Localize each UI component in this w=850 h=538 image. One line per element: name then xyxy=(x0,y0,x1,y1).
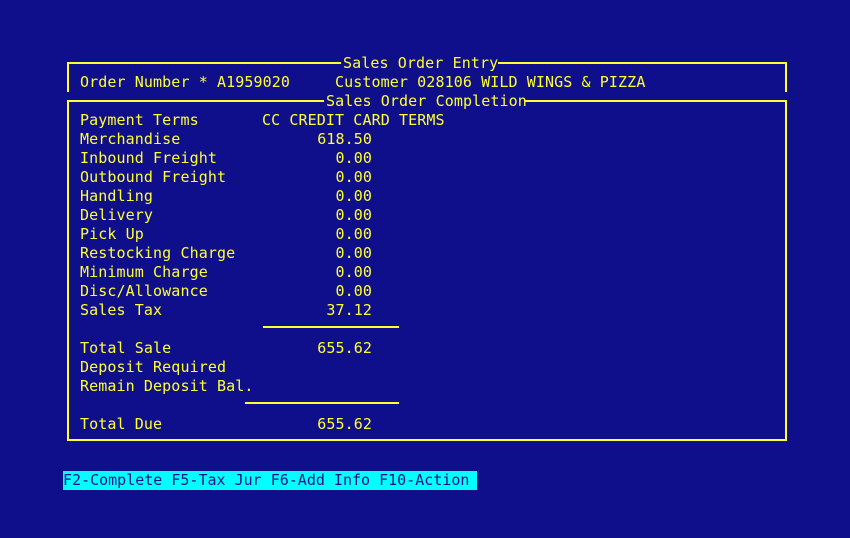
line-value[interactable]: 0.00 xyxy=(262,149,372,168)
entry-frame-top-left xyxy=(67,62,341,64)
line-label: Handling xyxy=(80,187,154,205)
function-key-bar[interactable]: F2-Complete F5-Tax Jur F6-Add Info F10-A… xyxy=(63,471,478,490)
line-value[interactable]: 0.00 xyxy=(262,168,372,187)
total-divider xyxy=(245,402,399,404)
entry-frame-top-right xyxy=(498,62,787,64)
line-label: Sales Tax xyxy=(80,301,163,319)
line-value[interactable]: 0.00 xyxy=(262,206,372,225)
line-label: Disc/Allowance xyxy=(80,282,208,300)
completion-frame-right xyxy=(785,100,787,441)
line-label: Merchandise xyxy=(80,130,181,148)
entry-frame-title: Sales Order Entry xyxy=(343,54,499,72)
line-label: Minimum Charge xyxy=(80,263,208,281)
line-value[interactable]: 0.00 xyxy=(262,225,372,244)
total-sale-label: Total Sale xyxy=(80,339,172,357)
order-number-field[interactable]: Order Number * A1959020 xyxy=(80,73,290,92)
customer-field: Customer 028106 WILD WINGS & PIZZA xyxy=(335,73,646,91)
completion-frame-title: Sales Order Completion xyxy=(326,92,527,110)
line-value[interactable]: 0.00 xyxy=(262,187,372,206)
total-due-value: 655.62 xyxy=(317,415,372,433)
line-value[interactable]: 0.00 xyxy=(262,244,372,263)
line-value[interactable]: 0.00 xyxy=(262,263,372,282)
completion-frame-top-left xyxy=(67,100,324,102)
entry-frame-right xyxy=(785,62,787,92)
remain-deposit-label: Remain Deposit Bal. xyxy=(80,377,254,395)
line-label: Inbound Freight xyxy=(80,149,217,167)
line-label: Delivery xyxy=(80,206,154,224)
total-sale-value: 655.62 xyxy=(317,339,372,357)
payment-terms-label: Payment Terms xyxy=(80,111,199,129)
line-value[interactable]: 618.50 xyxy=(262,130,372,149)
terminal-screen: Sales Order Entry Order Number * A195902… xyxy=(0,0,850,538)
line-value[interactable]: 37.12 xyxy=(262,301,372,320)
line-value[interactable]: 0.00 xyxy=(262,282,372,301)
completion-frame-bottom xyxy=(67,439,787,441)
total-due-label: Total Due xyxy=(80,415,163,433)
deposit-required-label: Deposit Required xyxy=(80,358,227,376)
line-label: Outbound Freight xyxy=(80,168,227,186)
entry-frame-left xyxy=(67,62,69,92)
completion-frame-left xyxy=(67,100,69,441)
subtotal-divider xyxy=(263,326,399,328)
payment-terms-value[interactable]: CC CREDIT CARD TERMS xyxy=(262,111,445,130)
line-label: Restocking Charge xyxy=(80,244,236,262)
completion-frame-top-right xyxy=(525,100,787,102)
line-label: Pick Up xyxy=(80,225,144,243)
